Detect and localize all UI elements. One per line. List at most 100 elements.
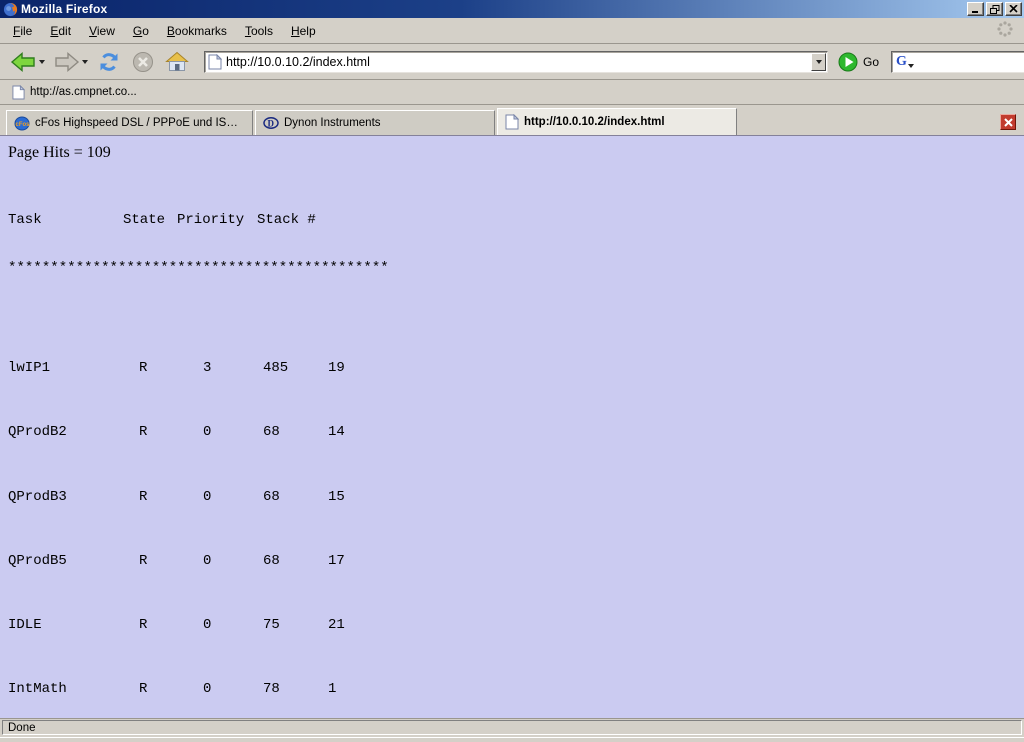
tab-label: Dynon Instruments — [284, 117, 381, 129]
task-name-cell: lwIP1 — [8, 360, 50, 376]
firefox-window: Mozilla Firefox File Edit View Go Bookma… — [0, 0, 1024, 742]
back-dropdown-icon[interactable] — [39, 60, 45, 64]
bookmarks-toolbar: http://as.cmpnet.co... — [0, 80, 1024, 105]
status-bar: Done — [0, 718, 1024, 737]
task-state-cell: R — [139, 617, 147, 633]
task-stack-cell: 75 — [263, 617, 280, 633]
task-table-header: Task State Priority Stack # — [8, 212, 389, 228]
column-header-task: Task — [8, 212, 42, 228]
stop-icon — [130, 50, 156, 74]
task-stack-cell: 68 — [263, 489, 280, 505]
task-stack-cell: 485 — [263, 360, 288, 376]
task-row: IDLE R 0 75 21 — [8, 617, 389, 633]
task-state-cell: R — [139, 360, 147, 376]
menu-go[interactable]: Go — [124, 21, 158, 41]
navigation-toolbar: Go G — [0, 44, 1024, 80]
task-row: IntMath R 0 78 1 — [8, 681, 389, 697]
task-name-cell: QProdB5 — [8, 553, 67, 569]
task-number-cell: 21 — [328, 617, 345, 633]
column-header-priority: Priority — [177, 212, 244, 228]
back-button[interactable] — [8, 49, 47, 75]
column-header-state: State — [123, 212, 165, 228]
task-name-cell: QProdB3 — [8, 489, 67, 505]
tab-dynon[interactable]: D Dynon Instruments — [255, 110, 495, 135]
reload-button[interactable] — [94, 48, 124, 76]
task-stack-cell: 68 — [263, 424, 280, 440]
minimize-icon — [971, 5, 980, 13]
throbber-icon — [996, 20, 1014, 41]
status-text: Done — [2, 720, 1022, 735]
task-priority-cell: 0 — [203, 617, 211, 633]
red-x-icon — [1004, 118, 1013, 127]
task-name-cell: QProdB2 — [8, 424, 67, 440]
reload-icon — [96, 50, 122, 74]
google-g-icon[interactable]: G — [896, 54, 907, 70]
forward-icon — [53, 51, 80, 73]
forward-button[interactable] — [51, 49, 90, 75]
task-rows: lwIP1 R 3 485 19 QProdB2 R 0 68 14 QProd… — [8, 328, 389, 718]
task-number-cell: 17 — [328, 553, 345, 569]
firefox-logo-icon — [3, 2, 18, 17]
page-icon — [208, 54, 222, 70]
page-content: Page Hits = 109 Task State Priority Stac… — [0, 136, 1024, 718]
bookmark-label: http://as.cmpnet.co... — [30, 86, 137, 98]
search-input[interactable] — [916, 54, 1024, 70]
task-state-cell: R — [139, 681, 147, 697]
go-button[interactable]: Go — [838, 52, 879, 72]
tab-cfos[interactable]: cFos cFos Highspeed DSL / PPPoE und ISDN… — [6, 110, 253, 135]
menu-file[interactable]: File — [4, 21, 41, 41]
page-hits-text: Page Hits = 109 — [8, 144, 111, 162]
close-icon — [1009, 5, 1018, 13]
task-number-cell: 14 — [328, 424, 345, 440]
restore-button[interactable] — [986, 2, 1003, 16]
task-priority-cell: 0 — [203, 553, 211, 569]
home-icon — [164, 50, 190, 74]
task-stack-cell: 68 — [263, 553, 280, 569]
tab-label: cFos Highspeed DSL / PPPoE und ISDN CAP.… — [35, 117, 245, 129]
go-icon — [838, 52, 858, 72]
go-label: Go — [863, 55, 879, 69]
task-state-cell: R — [139, 553, 147, 569]
task-number-cell: 1 — [328, 681, 336, 697]
task-priority-cell: 3 — [203, 360, 211, 376]
tab-label: http://10.0.10.2/index.html — [524, 116, 665, 128]
task-row: QProdB5 R 0 68 17 — [8, 553, 389, 569]
task-stack-cell: 78 — [263, 681, 280, 697]
close-button[interactable] — [1005, 2, 1022, 16]
url-dropdown-button[interactable] — [811, 53, 826, 71]
url-bar — [204, 51, 828, 73]
restore-icon — [990, 5, 1000, 14]
back-icon — [10, 51, 37, 73]
forward-dropdown-icon[interactable] — [82, 60, 88, 64]
task-row: QProdB3 R 0 68 15 — [8, 489, 389, 505]
url-input[interactable] — [226, 53, 811, 71]
minimize-button[interactable] — [967, 2, 984, 16]
dynon-d-logo-icon: D — [263, 115, 279, 131]
search-engine-dropdown-icon[interactable] — [908, 64, 914, 68]
tab-index-html-active[interactable]: http://10.0.10.2/index.html — [497, 108, 737, 135]
close-tab-button[interactable] — [1000, 114, 1016, 130]
menu-view[interactable]: View — [80, 21, 124, 41]
home-button[interactable] — [162, 48, 192, 76]
task-priority-cell: 0 — [203, 681, 211, 697]
menu-help[interactable]: Help — [282, 21, 325, 41]
column-header-stack: Stack # — [257, 212, 316, 228]
svg-text:D: D — [268, 119, 275, 129]
task-priority-cell: 0 — [203, 489, 211, 505]
menu-tools[interactable]: Tools — [236, 21, 282, 41]
menu-edit[interactable]: Edit — [41, 21, 80, 41]
menu-bar: File Edit View Go Bookmarks Tools Help — [0, 18, 1024, 44]
search-box: G — [891, 51, 1024, 73]
title-bar: Mozilla Firefox — [0, 0, 1024, 18]
task-row: lwIP1 R 3 485 19 — [8, 360, 389, 376]
task-row: QProdB2 R 0 68 14 — [8, 424, 389, 440]
menu-bookmarks[interactable]: Bookmarks — [158, 21, 236, 41]
bookmark-item[interactable]: http://as.cmpnet.co... — [8, 83, 141, 102]
task-name-cell: IntMath — [8, 681, 67, 697]
task-name-cell: IDLE — [8, 617, 42, 633]
stop-button[interactable] — [128, 48, 158, 76]
window-bottom-edge — [0, 737, 1024, 742]
window-title: Mozilla Firefox — [21, 2, 107, 16]
task-number-cell: 19 — [328, 360, 345, 376]
task-table: Task State Priority Stack # ************… — [8, 180, 389, 718]
